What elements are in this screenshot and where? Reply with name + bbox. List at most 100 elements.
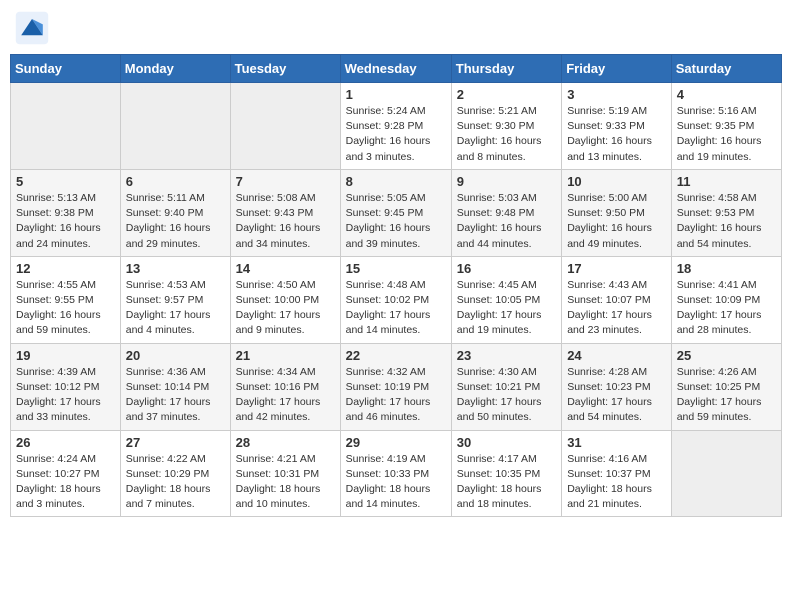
- day-number: 6: [126, 174, 225, 189]
- weekday-header-thursday: Thursday: [451, 55, 561, 83]
- day-number: 29: [346, 435, 446, 450]
- calendar-cell: 20Sunrise: 4:36 AM Sunset: 10:14 PM Dayl…: [120, 343, 230, 430]
- day-info: Sunrise: 5:16 AM Sunset: 9:35 PM Dayligh…: [677, 104, 776, 165]
- day-info: Sunrise: 5:11 AM Sunset: 9:40 PM Dayligh…: [126, 191, 225, 252]
- calendar-cell: 9 Sunrise: 5:03 AM Sunset: 9:48 PM Daylig…: [451, 169, 561, 256]
- week-row-3: 12 Sunrise: 4:55 AM Sunset: 9:55 PM Dayli…: [11, 256, 782, 343]
- day-number: 11: [677, 174, 776, 189]
- day-info: Sunrise: 4:22 AM Sunset: 10:29 PM Daylig…: [126, 452, 225, 513]
- day-number: 3: [567, 87, 666, 102]
- calendar-cell: 13 Sunrise: 4:53 AM Sunset: 9:57 PM Dayli…: [120, 256, 230, 343]
- calendar-cell: 17 Sunrise: 4:43 AM Sunset: 10:07 PM Dayl…: [562, 256, 672, 343]
- calendar-cell: [120, 83, 230, 170]
- calendar-cell: 19 Sunrise: 4:39 AM Sunset: 10:12 PM Dayl…: [11, 343, 121, 430]
- calendar-cell: 7 Sunrise: 5:08 AM Sunset: 9:43 PM Daylig…: [230, 169, 340, 256]
- calendar-cell: 18Sunrise: 4:41 AM Sunset: 10:09 PM Dayl…: [671, 256, 781, 343]
- day-info: Sunrise: 5:00 AM Sunset: 9:50 PM Dayligh…: [567, 191, 666, 252]
- calendar-cell: 11 Sunrise: 4:58 AM Sunset: 9:53 PM Dayli…: [671, 169, 781, 256]
- week-row-2: 5Sunrise: 5:13 AM Sunset: 9:38 PM Daylig…: [11, 169, 782, 256]
- day-number: 30: [457, 435, 556, 450]
- calendar-cell: 4 Sunrise: 5:16 AM Sunset: 9:35 PM Daylig…: [671, 83, 781, 170]
- day-info: Sunrise: 4:55 AM Sunset: 9:55 PM Dayligh…: [16, 278, 115, 339]
- week-row-5: 26Sunrise: 4:24 AM Sunset: 10:27 PM Dayl…: [11, 430, 782, 517]
- calendar-cell: 6 Sunrise: 5:11 AM Sunset: 9:40 PM Daylig…: [120, 169, 230, 256]
- day-info: Sunrise: 4:21 AM Sunset: 10:31 PM Daylig…: [236, 452, 335, 513]
- weekday-header-tuesday: Tuesday: [230, 55, 340, 83]
- week-row-4: 19 Sunrise: 4:39 AM Sunset: 10:12 PM Dayl…: [11, 343, 782, 430]
- day-number: 1: [346, 87, 446, 102]
- calendar-cell: 14 Sunrise: 4:50 AM Sunset: 10:00 PM Dayl…: [230, 256, 340, 343]
- day-info: Sunrise: 4:41 AM Sunset: 10:09 PM Daylig…: [677, 278, 776, 339]
- day-number: 26: [16, 435, 115, 450]
- calendar-cell: 22 Sunrise: 4:32 AM Sunset: 10:19 PM Dayl…: [340, 343, 451, 430]
- page-header: [10, 10, 782, 46]
- day-info: Sunrise: 4:16 AM Sunset: 10:37 PM Daylig…: [567, 452, 666, 513]
- calendar-cell: 26Sunrise: 4:24 AM Sunset: 10:27 PM Dayl…: [11, 430, 121, 517]
- calendar-cell: 29 Sunrise: 4:19 AM Sunset: 10:33 PM Dayl…: [340, 430, 451, 517]
- calendar-cell: 25Sunrise: 4:26 AM Sunset: 10:25 PM Dayl…: [671, 343, 781, 430]
- calendar-cell: [11, 83, 121, 170]
- day-number: 14: [236, 261, 335, 276]
- weekday-header-saturday: Saturday: [671, 55, 781, 83]
- day-number: 9: [457, 174, 556, 189]
- day-info: Sunrise: 4:48 AM Sunset: 10:02 PM Daylig…: [346, 278, 446, 339]
- day-number: 28: [236, 435, 335, 450]
- day-info: Sunrise: 4:43 AM Sunset: 10:07 PM Daylig…: [567, 278, 666, 339]
- calendar-cell: 10 Sunrise: 5:00 AM Sunset: 9:50 PM Dayli…: [562, 169, 672, 256]
- weekday-header-friday: Friday: [562, 55, 672, 83]
- day-info: Sunrise: 5:19 AM Sunset: 9:33 PM Dayligh…: [567, 104, 666, 165]
- day-number: 16: [457, 261, 556, 276]
- day-info: Sunrise: 4:36 AM Sunset: 10:14 PM Daylig…: [126, 365, 225, 426]
- day-info: Sunrise: 5:13 AM Sunset: 9:38 PM Dayligh…: [16, 191, 115, 252]
- calendar-cell: 1 Sunrise: 5:24 AM Sunset: 9:28 PM Daylig…: [340, 83, 451, 170]
- day-info: Sunrise: 5:05 AM Sunset: 9:45 PM Dayligh…: [346, 191, 446, 252]
- day-info: Sunrise: 4:30 AM Sunset: 10:21 PM Daylig…: [457, 365, 556, 426]
- day-info: Sunrise: 4:28 AM Sunset: 10:23 PM Daylig…: [567, 365, 666, 426]
- day-info: Sunrise: 5:24 AM Sunset: 9:28 PM Dayligh…: [346, 104, 446, 165]
- calendar-cell: [671, 430, 781, 517]
- day-info: Sunrise: 5:08 AM Sunset: 9:43 PM Dayligh…: [236, 191, 335, 252]
- day-number: 24: [567, 348, 666, 363]
- weekday-header-monday: Monday: [120, 55, 230, 83]
- calendar-cell: 24 Sunrise: 4:28 AM Sunset: 10:23 PM Dayl…: [562, 343, 672, 430]
- calendar-cell: 31Sunrise: 4:16 AM Sunset: 10:37 PM Dayl…: [562, 430, 672, 517]
- day-number: 2: [457, 87, 556, 102]
- day-info: Sunrise: 5:03 AM Sunset: 9:48 PM Dayligh…: [457, 191, 556, 252]
- day-number: 21: [236, 348, 335, 363]
- calendar-cell: 16 Sunrise: 4:45 AM Sunset: 10:05 PM Dayl…: [451, 256, 561, 343]
- day-number: 7: [236, 174, 335, 189]
- calendar-cell: 5Sunrise: 5:13 AM Sunset: 9:38 PM Daylig…: [11, 169, 121, 256]
- day-info: Sunrise: 4:32 AM Sunset: 10:19 PM Daylig…: [346, 365, 446, 426]
- day-info: Sunrise: 4:26 AM Sunset: 10:25 PM Daylig…: [677, 365, 776, 426]
- day-number: 17: [567, 261, 666, 276]
- week-row-1: 1 Sunrise: 5:24 AM Sunset: 9:28 PM Daylig…: [11, 83, 782, 170]
- day-number: 27: [126, 435, 225, 450]
- day-info: Sunrise: 5:21 AM Sunset: 9:30 PM Dayligh…: [457, 104, 556, 165]
- day-number: 12: [16, 261, 115, 276]
- calendar-cell: 15 Sunrise: 4:48 AM Sunset: 10:02 PM Dayl…: [340, 256, 451, 343]
- day-info: Sunrise: 4:58 AM Sunset: 9:53 PM Dayligh…: [677, 191, 776, 252]
- day-info: Sunrise: 4:53 AM Sunset: 9:57 PM Dayligh…: [126, 278, 225, 339]
- day-number: 22: [346, 348, 446, 363]
- day-number: 19: [16, 348, 115, 363]
- day-number: 15: [346, 261, 446, 276]
- day-info: Sunrise: 4:50 AM Sunset: 10:00 PM Daylig…: [236, 278, 335, 339]
- day-info: Sunrise: 4:34 AM Sunset: 10:16 PM Daylig…: [236, 365, 335, 426]
- day-number: 10: [567, 174, 666, 189]
- calendar-cell: 8 Sunrise: 5:05 AM Sunset: 9:45 PM Daylig…: [340, 169, 451, 256]
- calendar-cell: 12 Sunrise: 4:55 AM Sunset: 9:55 PM Dayli…: [11, 256, 121, 343]
- day-number: 4: [677, 87, 776, 102]
- calendar-cell: 21 Sunrise: 4:34 AM Sunset: 10:16 PM Dayl…: [230, 343, 340, 430]
- logo-icon: [14, 10, 50, 46]
- day-number: 13: [126, 261, 225, 276]
- day-number: 23: [457, 348, 556, 363]
- calendar-cell: [230, 83, 340, 170]
- calendar-cell: 27 Sunrise: 4:22 AM Sunset: 10:29 PM Dayl…: [120, 430, 230, 517]
- calendar-cell: 30Sunrise: 4:17 AM Sunset: 10:35 PM Dayl…: [451, 430, 561, 517]
- day-info: Sunrise: 4:45 AM Sunset: 10:05 PM Daylig…: [457, 278, 556, 339]
- day-number: 8: [346, 174, 446, 189]
- day-info: Sunrise: 4:19 AM Sunset: 10:33 PM Daylig…: [346, 452, 446, 513]
- day-info: Sunrise: 4:39 AM Sunset: 10:12 PM Daylig…: [16, 365, 115, 426]
- weekday-header-row: SundayMondayTuesdayWednesdayThursdayFrid…: [11, 55, 782, 83]
- calendar-cell: 2 Sunrise: 5:21 AM Sunset: 9:30 PM Daylig…: [451, 83, 561, 170]
